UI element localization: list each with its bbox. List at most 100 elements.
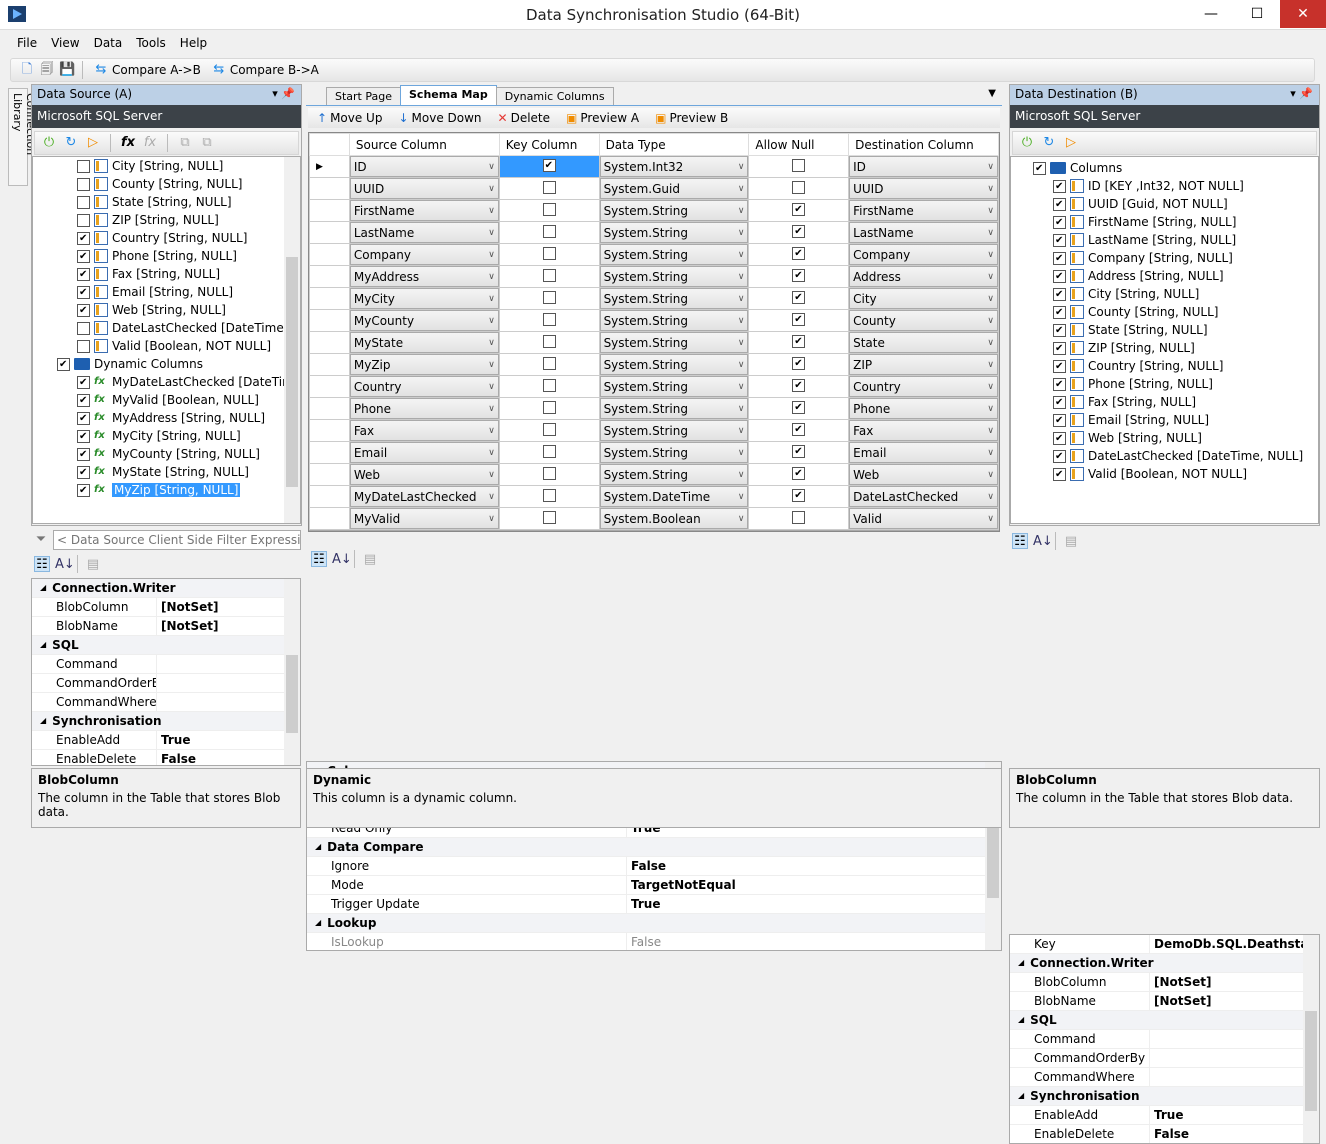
property-value[interactable] <box>1150 1049 1158 1067</box>
tree-node[interactable]: City [String, NULL] <box>1011 285 1318 303</box>
checkbox[interactable] <box>77 465 90 479</box>
destination-column-dropdown[interactable]: Fax ∨ <box>849 420 998 441</box>
source-column-dropdown[interactable]: MyZip ∨ <box>349 354 499 375</box>
allow-null-checkbox[interactable] <box>792 422 806 436</box>
allow-null-checkbox[interactable] <box>792 268 806 282</box>
source-column-dropdown[interactable]: MyAddress ∨ <box>349 266 499 287</box>
tree-node[interactable]: fx MyZip [String, NULL] <box>33 481 300 499</box>
checkbox[interactable] <box>77 321 90 335</box>
table-row[interactable]: MyValid ∨ System.Boolean ∨ Valid ∨ <box>309 507 999 530</box>
checkbox[interactable] <box>1053 359 1066 373</box>
data-type-dropdown[interactable]: System.String ∨ <box>599 244 749 265</box>
row-header[interactable] <box>309 331 350 354</box>
property-value[interactable]: False <box>1150 1125 1193 1143</box>
property-row[interactable]: IsLookup False <box>307 933 1001 950</box>
table-row[interactable]: ▶ID∨System.Int32∨ID∨ <box>309 155 999 178</box>
data-type-dropdown[interactable]: System.String ∨ <box>599 354 749 375</box>
row-header[interactable] <box>309 463 350 486</box>
checkbox[interactable] <box>1033 161 1046 175</box>
tree-node[interactable]: fx MyAddress [String, NULL] <box>33 409 300 427</box>
remove-dynamic-column-icon[interactable]: fx <box>142 135 158 151</box>
property-category[interactable]: ◢ Synchronisation <box>32 712 300 731</box>
connect-icon[interactable]: ⏻ <box>41 135 57 151</box>
tree-node[interactable]: Fax [String, NULL] <box>1011 393 1318 411</box>
open-project-icon[interactable]: 🗐 <box>39 62 55 78</box>
table-row[interactable]: FirstName ∨ System.String ∨ FirstName ∨ <box>309 199 999 222</box>
table-row[interactable]: MyAddress ∨ System.String ∨ Address ∨ <box>309 265 999 288</box>
key-column-checkbox[interactable] <box>542 158 556 172</box>
allow-null-checkbox[interactable] <box>792 202 806 216</box>
source-column-dropdown[interactable]: Fax ∨ <box>349 420 499 441</box>
tab-start-page[interactable]: Start Page <box>326 87 401 105</box>
checkbox[interactable] <box>1053 233 1066 247</box>
checkbox[interactable] <box>1053 179 1066 193</box>
checkbox[interactable] <box>1053 413 1066 427</box>
property-value[interactable]: DemoDb.SQL.Deathstar <box>1150 935 1318 953</box>
menu-data[interactable]: Data <box>87 34 130 54</box>
source-column-dropdown[interactable]: MyState ∨ <box>349 332 499 353</box>
key-column-checkbox[interactable] <box>542 444 556 458</box>
property-category[interactable]: ◢ Connection.Writer <box>1010 954 1319 973</box>
allow-null-checkbox[interactable] <box>792 158 806 172</box>
allow-null-checkbox[interactable] <box>792 466 806 480</box>
destination-column-dropdown[interactable]: City ∨ <box>849 288 998 309</box>
property-value[interactable]: False <box>157 750 200 765</box>
preview-icon[interactable]: ▷ <box>1063 135 1079 151</box>
tree-node[interactable]: State [String, NULL] <box>33 193 300 211</box>
data-type-dropdown[interactable]: System.String ∨ <box>599 310 749 331</box>
property-value[interactable]: [NotSet] <box>157 617 223 635</box>
data-type-dropdown[interactable]: System.String ∨ <box>599 288 749 309</box>
destination-column-dropdown[interactable]: State ∨ <box>849 332 998 353</box>
allow-null-checkbox[interactable] <box>792 510 806 524</box>
pin-icon[interactable]: ▾ 📌 <box>1290 87 1313 100</box>
source-column-dropdown[interactable]: MyValid ∨ <box>349 508 499 529</box>
property-row[interactable]: Mode TargetNotEqual <box>307 876 1001 895</box>
table-row[interactable]: MyState ∨ System.String ∨ State ∨ <box>309 331 999 354</box>
checkbox[interactable] <box>1053 395 1066 409</box>
column-header[interactable]: Destination Column <box>848 133 999 156</box>
save-icon[interactable]: 💾 <box>59 62 75 78</box>
destination-column-dropdown[interactable]: UUID ∨ <box>849 178 998 199</box>
data-type-dropdown[interactable]: System.Int32 ∨ <box>599 156 749 177</box>
property-value[interactable]: TargetNotEqual <box>627 876 740 894</box>
pin-icon[interactable]: ▾ 📌 <box>272 87 295 100</box>
collapse-icon[interactable]: ◢ <box>1010 1011 1024 1029</box>
tab-dynamic-columns[interactable]: Dynamic Columns <box>495 87 614 105</box>
destination-column-dropdown[interactable]: Valid ∨ <box>849 508 998 529</box>
checkbox[interactable] <box>1053 377 1066 391</box>
data-type-dropdown[interactable]: System.String ∨ <box>599 332 749 353</box>
property-value[interactable]: False <box>627 933 665 950</box>
property-category[interactable]: ◢ Lookup <box>307 914 1001 933</box>
minimize-button[interactable]: — <box>1188 0 1234 28</box>
allow-null-checkbox[interactable] <box>792 224 806 238</box>
destination-column-dropdown[interactable]: Country ∨ <box>849 376 998 397</box>
refresh-icon[interactable]: ↻ <box>1041 135 1057 151</box>
row-header[interactable] <box>309 419 350 442</box>
tree-node[interactable]: Company [String, NULL] <box>1011 249 1318 267</box>
property-category[interactable]: ◢ Connection.Writer <box>32 579 300 598</box>
checkbox[interactable] <box>1053 323 1066 337</box>
property-row[interactable]: EnableAdd True <box>32 731 300 750</box>
source-column-dropdown[interactable]: MyDateLastChecked ∨ <box>349 486 499 507</box>
source-column-dropdown[interactable]: MyCounty ∨ <box>349 310 499 331</box>
maximize-button[interactable]: ☐ <box>1234 0 1280 28</box>
tab-schema-map[interactable]: Schema Map <box>400 85 497 105</box>
collapse-icon[interactable]: ◢ <box>307 914 321 932</box>
preview-b-button[interactable]: ▣ Preview B <box>652 111 731 125</box>
allow-null-checkbox[interactable] <box>792 488 806 502</box>
checkbox[interactable] <box>77 267 90 281</box>
table-row[interactable]: Email ∨ System.String ∨ Email ∨ <box>309 441 999 464</box>
preview-a-button[interactable]: ▣ Preview A <box>563 111 642 125</box>
destination-column-dropdown[interactable]: Phone ∨ <box>849 398 998 419</box>
key-column-checkbox[interactable] <box>542 510 556 524</box>
close-button[interactable]: ✕ <box>1280 0 1326 28</box>
checkbox[interactable] <box>77 393 90 407</box>
checkbox[interactable] <box>1053 431 1066 445</box>
refresh-icon[interactable]: ↻ <box>63 135 79 151</box>
tree-node[interactable]: County [String, NULL] <box>33 175 300 193</box>
tree-node[interactable]: fx MyCounty [String, NULL] <box>33 445 300 463</box>
tree-node[interactable]: Phone [String, NULL] <box>33 247 300 265</box>
filter-expression-input[interactable] <box>53 530 301 550</box>
tree-node[interactable]: ZIP [String, NULL] <box>33 211 300 229</box>
tree-node[interactable]: Email [String, NULL] <box>1011 411 1318 429</box>
